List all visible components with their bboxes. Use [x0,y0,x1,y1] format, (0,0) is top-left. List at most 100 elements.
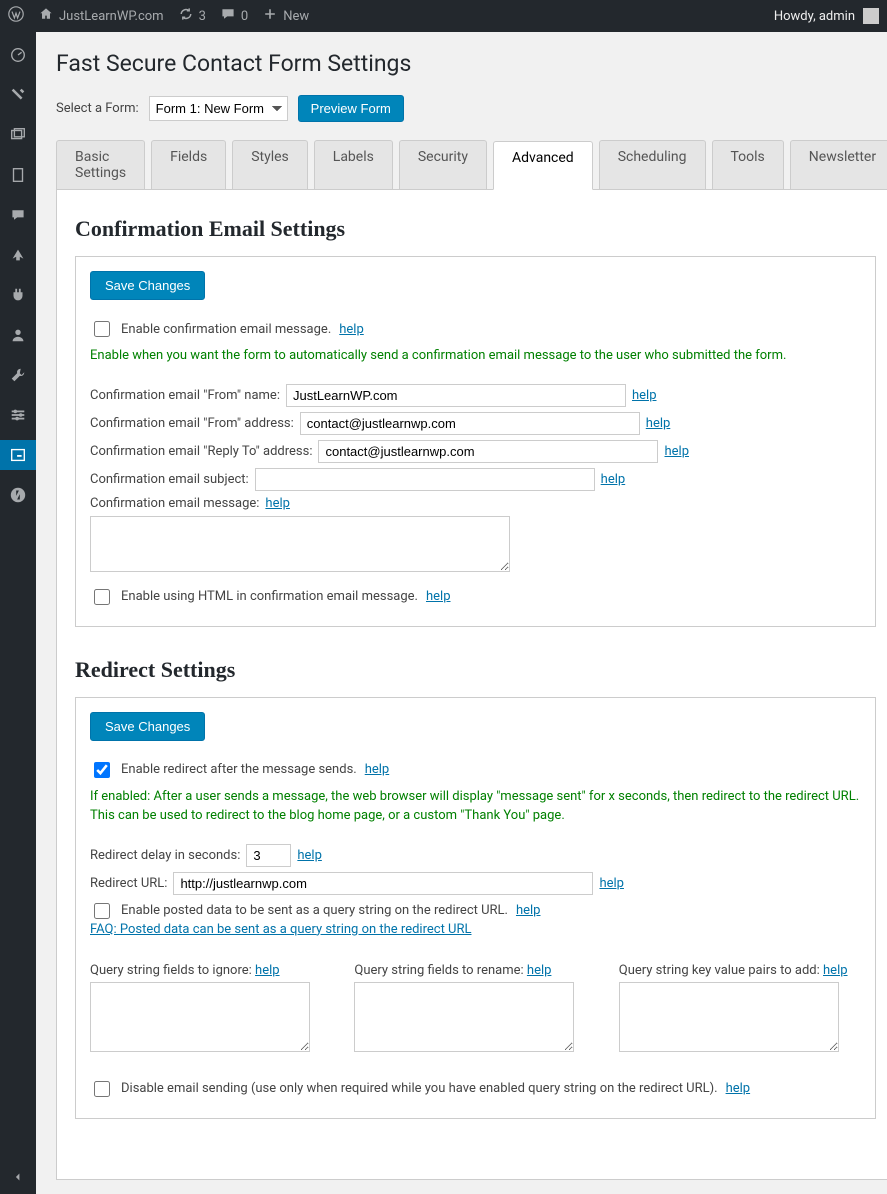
q-ignore-label: Query string fields to ignore: [90,963,252,978]
q-rename-label: Query string fields to rename: [354,963,523,978]
reply-input[interactable] [318,440,658,463]
delay-help[interactable]: help [297,848,322,863]
delay-input[interactable] [246,844,291,867]
tab-security[interactable]: Security [399,140,487,189]
comments-link[interactable]: 0 [220,6,248,26]
admin-sidebar [0,32,36,1194]
tab-advanced[interactable]: Advanced [493,141,593,190]
preview-form-button[interactable]: Preview Form [298,95,404,122]
enable-redirect-help[interactable]: help [365,762,390,777]
redirect-faq-link[interactable]: FAQ: Posted data can be sent as a query … [90,922,472,937]
enable-posted-data-label: Enable posted data to be sent as a query… [121,903,508,918]
dashboard-icon[interactable] [0,40,36,70]
account-link[interactable]: Howdy, admin [774,8,879,24]
save-confirmation-button[interactable]: Save Changes [90,271,205,300]
main-content: Fast Secure Contact Form Settings Select… [36,32,887,1194]
from-name-input[interactable] [286,384,626,407]
collapse-button[interactable] [0,1160,36,1194]
tab-newsletter[interactable]: Newsletter [790,140,887,189]
enable-posted-data-checkbox[interactable] [94,903,110,919]
tab-scheduling[interactable]: Scheduling [599,140,706,189]
message-textarea[interactable] [90,516,510,572]
contact-form-icon[interactable] [0,440,36,470]
disable-email-help[interactable]: help [726,1081,751,1096]
enable-html-label: Enable using HTML in confirmation email … [121,589,418,604]
reply-help[interactable]: help [664,444,689,459]
tab-basic-settings[interactable]: Basic Settings [56,140,145,189]
enable-html-checkbox[interactable] [94,589,110,605]
q-rename-help[interactable]: help [527,963,552,978]
q-add-help[interactable]: help [823,963,848,978]
save-redirect-button[interactable]: Save Changes [90,712,205,741]
tabs: Basic Settings Fields Styles Labels Secu… [56,140,887,189]
confirmation-box: Save Changes Enable confirmation email m… [75,256,876,627]
wp-logo[interactable] [8,6,24,26]
pages-icon[interactable] [0,160,36,190]
wp-admin-bar: JustLearnWP.com 3 0 New Howdy, admin [0,0,887,32]
wordpress-icon [8,6,24,26]
plugins-icon[interactable] [0,280,36,310]
appearance-icon[interactable] [0,240,36,270]
from-name-label: Confirmation email "From" name: [90,388,280,403]
jetpack-icon[interactable] [0,480,36,510]
howdy-text: Howdy, admin [774,9,855,24]
new-link[interactable]: New [262,6,309,26]
updates-link[interactable]: 3 [178,6,206,26]
from-name-help[interactable]: help [632,388,657,403]
from-addr-label: Confirmation email "From" address: [90,416,294,431]
tab-styles[interactable]: Styles [232,140,308,189]
form-select[interactable]: Form 1: New Form [149,96,288,121]
select-form-label: Select a Form: [56,101,139,116]
from-addr-help[interactable]: help [646,416,671,431]
tab-panel-advanced: Confirmation Email Settings Save Changes… [56,189,887,1180]
enable-html-help[interactable]: help [426,589,451,604]
redirect-url-help[interactable]: help [599,876,624,891]
comments-count: 0 [241,9,248,24]
home-icon [38,6,54,26]
enable-redirect-checkbox[interactable] [94,762,110,778]
site-name: JustLearnWP.com [59,9,164,24]
subject-help[interactable]: help [601,472,626,487]
subject-input[interactable] [255,468,595,491]
q-ignore-textarea[interactable] [90,982,310,1052]
q-ignore-help[interactable]: help [255,963,280,978]
from-addr-input[interactable] [300,412,640,435]
enable-redirect-label: Enable redirect after the message sends. [121,762,357,777]
confirmation-enable-help[interactable]: help [339,322,364,337]
delay-label: Redirect delay in seconds: [90,848,240,863]
site-link[interactable]: JustLearnWP.com [38,6,164,26]
settings-icon[interactable] [0,400,36,430]
tab-fields[interactable]: Fields [151,140,226,189]
confirmation-help-text: Enable when you want the form to automat… [90,346,861,366]
tools-icon[interactable] [0,360,36,390]
media-icon[interactable] [0,120,36,150]
enable-confirmation-label: Enable confirmation email message. [121,322,331,337]
user-avatar [863,8,879,24]
updates-count: 3 [199,9,206,24]
comment-icon [220,6,236,26]
redirect-url-input[interactable] [173,872,593,895]
confirmation-heading: Confirmation Email Settings [75,216,876,242]
tab-tools[interactable]: Tools [712,140,784,189]
update-icon [178,6,194,26]
disable-email-label: Disable email sending (use only when req… [121,1081,718,1096]
page-title: Fast Secure Contact Form Settings [56,50,887,77]
redirect-heading: Redirect Settings [75,657,876,683]
q-add-textarea[interactable] [619,982,839,1052]
redirect-url-label: Redirect URL: [90,876,167,891]
q-rename-textarea[interactable] [354,982,574,1052]
message-label: Confirmation email message: [90,496,259,511]
redirect-box: Save Changes Enable redirect after the m… [75,697,876,1119]
comments-menu-icon[interactable] [0,200,36,230]
tab-labels[interactable]: Labels [314,140,393,189]
disable-email-checkbox[interactable] [94,1081,110,1097]
message-help[interactable]: help [265,496,290,511]
posts-icon[interactable] [0,80,36,110]
reply-label: Confirmation email "Reply To" address: [90,444,312,459]
users-icon[interactable] [0,320,36,350]
plus-icon [262,6,278,26]
q-add-label: Query string key value pairs to add: [619,963,820,978]
posted-data-help[interactable]: help [516,903,541,918]
enable-confirmation-checkbox[interactable] [94,321,110,337]
redirect-help-text: If enabled: After a user sends a message… [90,787,861,826]
